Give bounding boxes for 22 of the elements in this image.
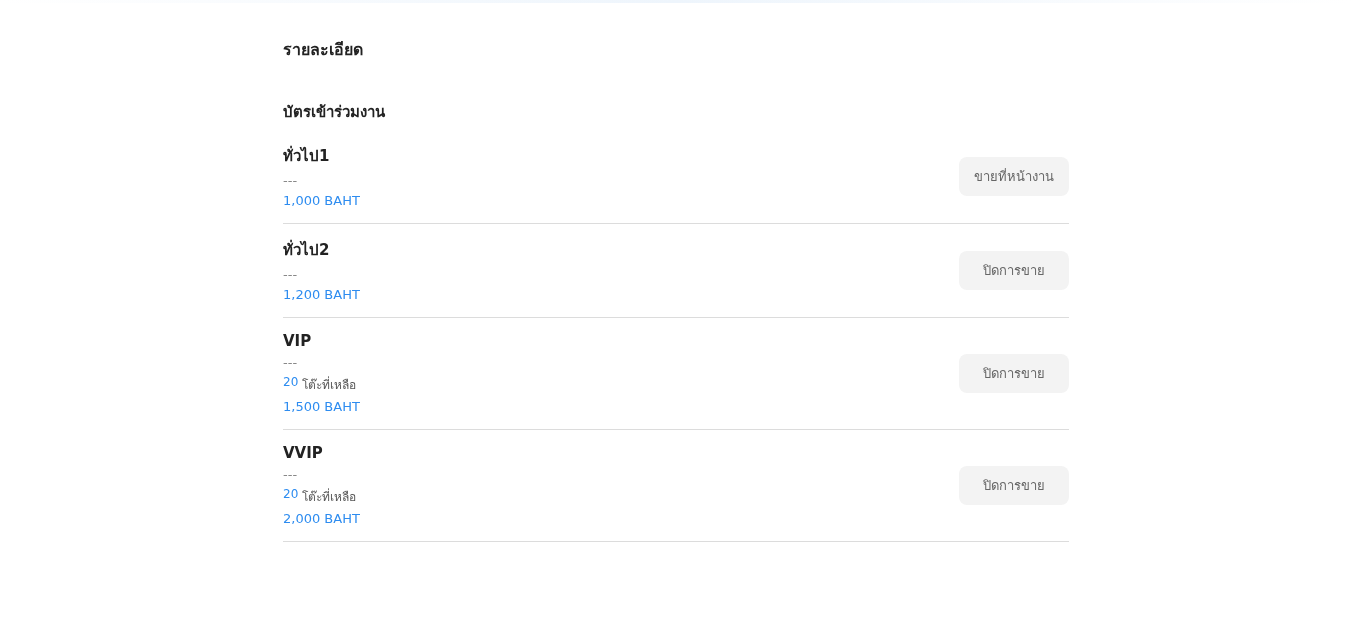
remaining-label: โต๊ะที่เหลือ <box>302 487 357 506</box>
sale-status-button[interactable]: ปิดการขาย <box>959 465 1069 505</box>
ticket-price: 2,000 BAHT <box>283 511 360 526</box>
ticket-description: --- <box>283 467 299 482</box>
ticket-description: --- <box>283 173 299 188</box>
ticket-description: --- <box>283 355 299 370</box>
sale-status-button[interactable]: ปิดการขาย <box>959 250 1069 290</box>
page-heading: รายละเอียด <box>283 39 364 61</box>
sale-status-button[interactable]: ขายที่หน้างาน <box>959 156 1069 196</box>
ticket-price: 1,200 BAHT <box>283 287 360 302</box>
section-title: บัตรเข้าร่วมงาน <box>283 102 386 123</box>
sale-status-button[interactable]: ปิดการขาย <box>959 353 1069 393</box>
remaining-count: 20 <box>283 375 299 391</box>
ticket-name: ทั่วไป1 <box>283 144 331 167</box>
ticket-price: 1,500 BAHT <box>283 399 360 414</box>
ticket-price: 1,000 BAHT <box>283 193 360 208</box>
remaining-count: 20 <box>283 487 299 503</box>
ticket-name: VIP <box>283 332 313 350</box>
ticket-description: --- <box>283 267 299 282</box>
remaining-label: โต๊ะที่เหลือ <box>302 375 357 394</box>
ticket-name: VVIP <box>283 444 324 462</box>
ticket-name: ทั่วไป2 <box>283 238 331 261</box>
